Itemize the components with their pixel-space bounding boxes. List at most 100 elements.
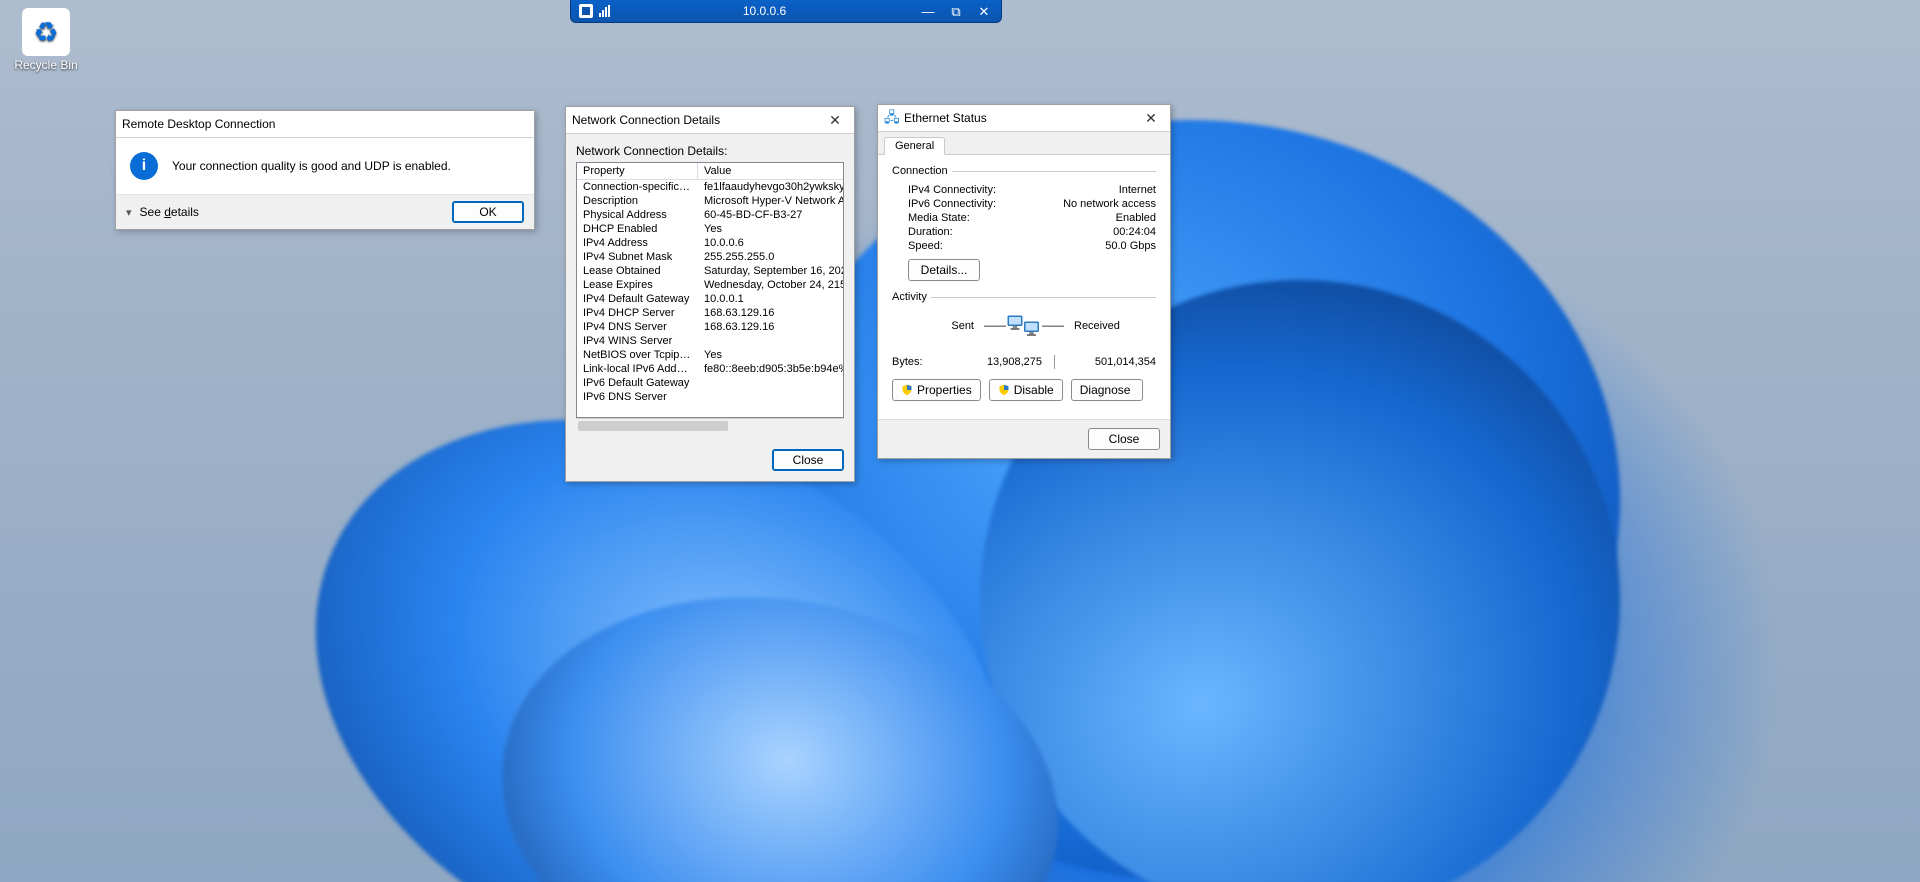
eth-title: Ethernet Status	[904, 111, 1138, 125]
value-cell: Yes	[698, 348, 845, 362]
table-row[interactable]: IPv4 Subnet Mask255.255.255.0	[577, 250, 844, 264]
kv-value: Enabled	[1116, 212, 1156, 224]
table-row[interactable]: Link-local IPv6 Addressfe80::8eeb:d905:3…	[577, 362, 844, 376]
table-row[interactable]: IPv4 DNS Server168.63.129.16	[577, 320, 844, 334]
close-button[interactable]: Close	[772, 449, 844, 471]
bytes-sent: 13,908,275	[952, 356, 1042, 368]
details-button[interactable]: Details...	[908, 259, 980, 281]
ncd-grid[interactable]: Property Value Connection-specific DN…fe…	[576, 162, 844, 418]
bytes-label: Bytes:	[892, 356, 952, 368]
shield-icon	[901, 384, 913, 396]
properties-button[interactable]: Properties	[892, 379, 981, 401]
properties-label: Properties	[917, 383, 972, 397]
value-cell: fe80::8eeb:d905:3b5e:b94e%6	[698, 362, 845, 376]
property-cell: IPv4 DNS Server	[577, 320, 698, 334]
see-details-link[interactable]: See details	[140, 205, 199, 219]
shield-icon	[998, 384, 1010, 396]
eth-titlebar[interactable]: 🖧 Ethernet Status ✕	[878, 105, 1170, 132]
property-cell: Link-local IPv6 Address	[577, 362, 698, 376]
table-row[interactable]: IPv4 Address10.0.0.6	[577, 236, 844, 250]
kv-value: Internet	[1119, 184, 1156, 196]
computers-icon	[1006, 311, 1042, 341]
kv-key: Media State:	[892, 212, 970, 224]
disable-label: Disable	[1014, 383, 1054, 397]
table-row[interactable]: NetBIOS over Tcpip En…Yes	[577, 348, 844, 362]
table-row[interactable]: IPv4 DHCP Server168.63.129.16	[577, 306, 844, 320]
property-cell: Lease Expires	[577, 278, 698, 292]
value-cell	[698, 376, 845, 390]
close-icon[interactable]: ✕	[822, 110, 848, 130]
kv-key: IPv4 Connectivity:	[892, 184, 996, 196]
table-row[interactable]: IPv6 DNS Server	[577, 390, 844, 404]
property-cell: Connection-specific DN…	[577, 180, 698, 195]
kv-row: Media State: Enabled	[892, 211, 1156, 225]
rdc-title: Remote Desktop Connection	[122, 117, 528, 131]
value-cell: Yes	[698, 222, 845, 236]
table-row[interactable]: IPv4 Default Gateway10.0.0.1	[577, 292, 844, 306]
property-cell: DHCP Enabled	[577, 222, 698, 236]
kv-row: Speed:50.0 Gbps	[892, 239, 1156, 253]
ok-button[interactable]: OK	[452, 201, 524, 223]
col-property[interactable]: Property	[577, 163, 698, 180]
see-details-text: etails	[171, 205, 199, 219]
value-cell	[698, 334, 845, 348]
session-restore-button[interactable]: ⧉	[943, 2, 969, 20]
ncd-caption: Network Connection Details:	[576, 144, 844, 158]
recycle-bin-label: Recycle Bin	[8, 58, 84, 72]
rdc-titlebar[interactable]: Remote Desktop Connection	[116, 111, 534, 138]
property-cell: Lease Obtained	[577, 264, 698, 278]
table-row[interactable]: Lease ExpiresWednesday, October 24, 2159…	[577, 278, 844, 292]
table-row[interactable]: Lease ObtainedSaturday, September 16, 20…	[577, 264, 844, 278]
session-close-button[interactable]: ✕	[971, 2, 997, 20]
table-row[interactable]: Connection-specific DN…fe1lfaaudyhevgo30…	[577, 180, 844, 195]
table-row[interactable]: DescriptionMicrosoft Hyper-V Network Ada…	[577, 194, 844, 208]
ncd-horizontal-scrollbar[interactable]	[576, 418, 844, 433]
ncd-title: Network Connection Details	[572, 113, 822, 127]
ncd-titlebar[interactable]: Network Connection Details ✕	[566, 107, 854, 134]
session-minimize-button[interactable]: —	[915, 2, 941, 20]
table-row[interactable]: IPv6 Default Gateway	[577, 376, 844, 390]
tab-general[interactable]: General	[884, 137, 945, 155]
value-cell: 168.63.129.16	[698, 320, 845, 334]
property-cell: IPv4 Address	[577, 236, 698, 250]
chevron-down-icon[interactable]: ▾	[126, 206, 132, 219]
property-cell: Description	[577, 194, 698, 208]
info-icon: i	[130, 152, 158, 180]
scrollbar-thumb[interactable]	[578, 421, 728, 431]
property-cell: IPv4 WINS Server	[577, 334, 698, 348]
value-cell: 10.0.0.1	[698, 292, 845, 306]
recycle-bin[interactable]: ♻ Recycle Bin	[8, 8, 84, 72]
property-cell: IPv4 Default Gateway	[577, 292, 698, 306]
disable-button[interactable]: Disable	[989, 379, 1063, 401]
close-button[interactable]: Close	[1088, 428, 1160, 450]
connection-section: Connection IPv4 Connectivity: Internet IPv…	[892, 165, 1156, 281]
value-cell: Wednesday, October 24, 2159 3:24:44 AM	[698, 278, 845, 292]
table-row[interactable]: Physical Address60-45-BD-CF-B3-27	[577, 208, 844, 222]
kv-key: IPv6 Connectivity:	[892, 198, 996, 210]
pin-icon[interactable]	[579, 4, 593, 18]
value-cell: fe1lfaaudyhevgo30h2ywkskyc.zx.internal	[698, 180, 845, 195]
property-cell: IPv6 Default Gateway	[577, 376, 698, 390]
kv-value: 00:24:04	[1113, 226, 1156, 238]
table-row[interactable]: DHCP EnabledYes	[577, 222, 844, 236]
signal-icon[interactable]	[599, 5, 610, 17]
received-label: Received	[1064, 320, 1156, 332]
property-cell: IPv4 Subnet Mask	[577, 250, 698, 264]
bytes-received: 501,014,354	[1066, 356, 1156, 368]
kv-key: Duration:	[892, 226, 953, 238]
value-cell: 60-45-BD-CF-B3-27	[698, 208, 845, 222]
rdc-message: Your connection quality is good and UDP …	[172, 159, 451, 173]
connection-legend: Connection	[892, 165, 952, 177]
value-cell: 255.255.255.0	[698, 250, 845, 264]
see-details-accel: d	[164, 205, 171, 219]
property-cell: IPv6 DNS Server	[577, 390, 698, 404]
value-cell: Microsoft Hyper-V Network Adapter	[698, 194, 845, 208]
table-row[interactable]: IPv4 WINS Server	[577, 334, 844, 348]
sent-label: Sent	[892, 320, 984, 332]
col-value[interactable]: Value	[698, 163, 845, 180]
property-cell: NetBIOS over Tcpip En…	[577, 348, 698, 362]
close-icon[interactable]: ✕	[1138, 108, 1164, 128]
kv-row: Duration: 00:24:04	[892, 225, 1156, 239]
diagnose-button[interactable]: Diagnose	[1071, 379, 1143, 401]
remote-session-bar[interactable]: 10.0.0.6 — ⧉ ✕	[570, 0, 1002, 23]
